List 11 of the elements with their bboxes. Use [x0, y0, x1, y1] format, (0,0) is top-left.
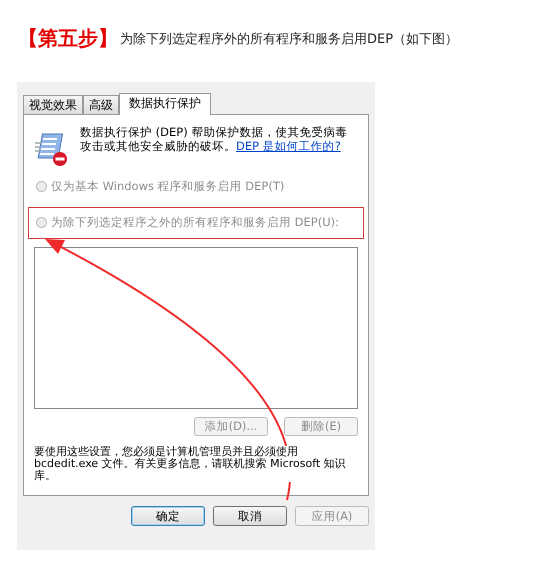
dialog-button[interactable]: 取消 — [213, 506, 287, 526]
dialog-button[interactable]: 确定 — [131, 506, 205, 526]
tab[interactable]: 高级 — [83, 95, 119, 114]
tab[interactable]: 视觉效果 — [23, 95, 83, 114]
dep-description: 数据执行保护 (DEP) 帮助保护数据，使其免受病毒攻击或其他安全威胁的破坏。DEP 是如何工作的? — [80, 125, 348, 153]
program-list[interactable] — [34, 247, 358, 409]
step-description: 为除下列选定程序外的所有程序和服务启用DEP（如下图） — [120, 31, 458, 49]
tab[interactable]: 数据执行保护 — [119, 93, 211, 115]
help-link[interactable]: DEP 是如何工作的? — [236, 139, 341, 153]
step-title: 【第五步】 — [18, 26, 118, 50]
data-protection-icon — [34, 131, 70, 167]
